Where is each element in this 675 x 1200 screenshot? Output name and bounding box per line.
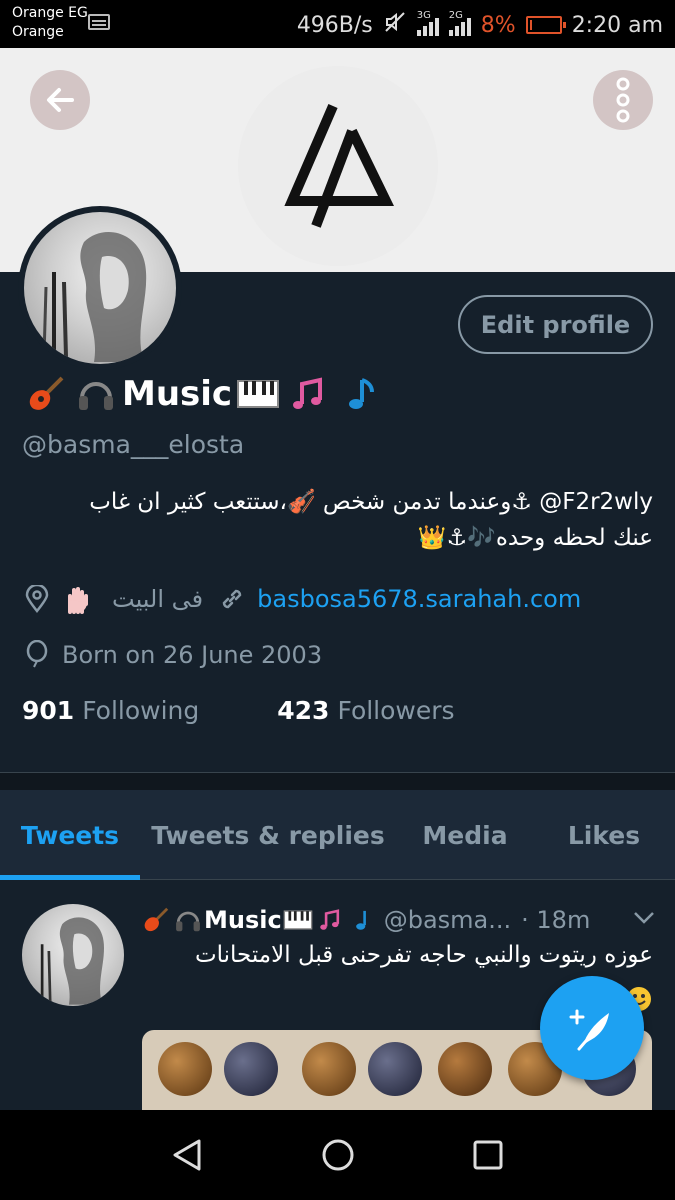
tweet-handle: @basma... [383, 906, 512, 934]
square-recents-icon [473, 1140, 503, 1170]
sim-icon [88, 14, 110, 30]
profile-handle: @basma___elosta [22, 430, 245, 459]
android-nav-bar [0, 1110, 675, 1200]
music-note-icon [346, 904, 378, 936]
tweet-time: · 18m [521, 906, 591, 934]
profile-avatar[interactable] [18, 206, 182, 370]
status-bar: Orange EG Orange 496B/s 3G 2G 8% 2:20 am [0, 0, 675, 48]
triangle-back-icon [173, 1139, 201, 1171]
following-label: Following [82, 696, 200, 725]
clock: 2:20 am [571, 12, 663, 38]
profile-meta-location-website: فى البيت basbosa5678.sarahah.com [22, 584, 581, 614]
mute-icon [383, 10, 407, 40]
battery-icon [525, 16, 566, 34]
music-notes-icon [314, 904, 346, 936]
nav-recents-button[interactable] [465, 1132, 511, 1178]
chevron-down-icon[interactable] [633, 910, 655, 929]
display-name-text: Music [122, 374, 233, 414]
profile-website-link[interactable]: basbosa5678.sarahah.com [257, 585, 581, 613]
bio-line-2: عنك لحظه وحده🎶⚓👑 [417, 525, 653, 551]
profile-meta-birthday: Born on 26 June 2003 [22, 640, 322, 670]
following-stat[interactable]: 901 Following [22, 696, 199, 725]
guitar-icon [22, 372, 70, 416]
signal-2g-icon: 2G [448, 10, 471, 36]
more-options-button[interactable] [593, 70, 653, 130]
edit-profile-button[interactable]: Edit profile [458, 295, 653, 354]
tab-likes[interactable]: Likes [545, 790, 663, 880]
headphones-icon [72, 372, 120, 416]
guitar-icon [140, 904, 172, 936]
headphones-icon [172, 904, 204, 936]
tab-tweets-replies[interactable]: Tweets & replies [150, 790, 386, 880]
followers-count: 423 [277, 696, 330, 725]
tab-media[interactable]: Media [400, 790, 530, 880]
compose-tweet-button[interactable] [540, 976, 644, 1080]
music-notes-icon [284, 372, 332, 416]
tab-tweets[interactable]: Tweets [0, 790, 140, 880]
nav-back-button[interactable] [164, 1132, 210, 1178]
compose-feather-icon [569, 1009, 609, 1051]
circle-home-icon [322, 1139, 354, 1171]
profile-stats: 901 Following 423 Followers [22, 696, 455, 725]
piano-icon [234, 372, 282, 416]
tweet-avatar[interactable] [22, 904, 124, 1006]
followers-label: Followers [337, 696, 455, 725]
music-note-icon [334, 372, 382, 416]
nav-home-button[interactable] [315, 1132, 361, 1178]
profile-tabs: Tweets Tweets & replies Media Likes [0, 790, 675, 880]
carrier-line-1: Orange EG [12, 5, 88, 21]
following-count: 901 [22, 696, 75, 725]
net-speed: 496B/s [296, 12, 373, 38]
tweet-text: عوزه ريتوت والنبي حاجه تفرحنى قبل الامتح… [194, 942, 653, 968]
profile-birthday: Born on 26 June 2003 [62, 641, 323, 669]
display-name: Music [22, 368, 382, 420]
followers-stat[interactable]: 423 Followers [277, 696, 454, 725]
balloon-icon [22, 640, 52, 670]
tweet-author-name: Music [204, 906, 282, 934]
location-pin-icon [22, 584, 52, 614]
carrier-line-2: Orange [12, 24, 64, 40]
profile-bio: F2r2wly@ ⚓وعندما تدمن شخص 🎻،ستتعب كثير ا… [13, 484, 653, 556]
tweet-header: Music @basma... · 18m [140, 902, 590, 938]
tweet-author[interactable]: Music [140, 904, 378, 936]
more-vertical-icon [616, 77, 630, 123]
back-button[interactable] [30, 70, 90, 130]
section-divider [0, 772, 675, 790]
link-icon [217, 584, 247, 614]
battery-percent: 8% [480, 12, 516, 38]
carrier-name: Orange EG Orange [12, 4, 88, 42]
hand-emoji-icon [62, 584, 92, 614]
piano-icon [282, 904, 314, 936]
signal-3g-icon: 3G [416, 10, 439, 36]
linkin-park-logo [238, 66, 438, 266]
bio-line-1: F2r2wly@ ⚓وعندما تدمن شخص 🎻،ستتعب كثير ا… [89, 489, 653, 515]
arrow-left-icon [47, 88, 74, 112]
profile-location: فى البيت [112, 585, 204, 613]
